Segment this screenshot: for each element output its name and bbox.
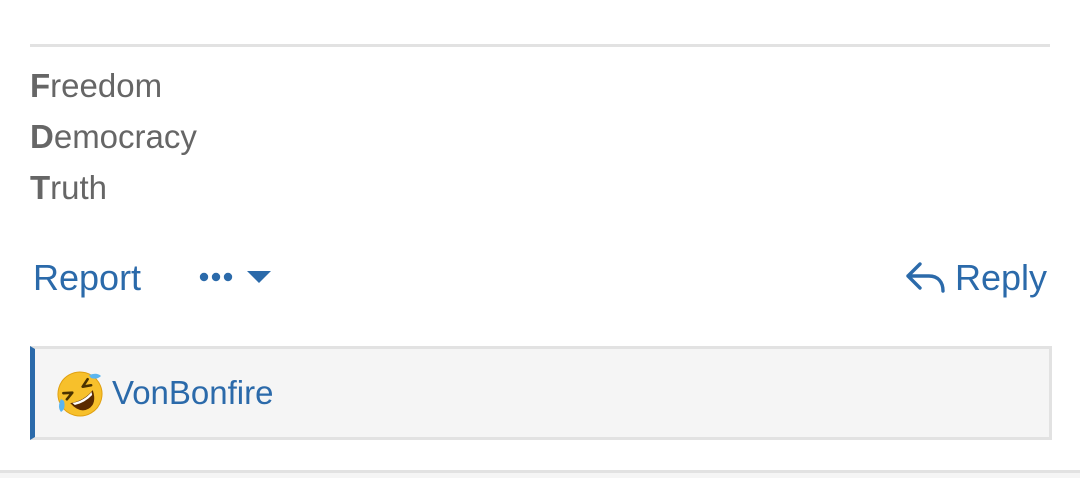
signature-initial: T <box>30 169 51 206</box>
caret-down-icon <box>247 271 271 283</box>
reply-arrow-icon <box>906 262 945 293</box>
ellipsis-icon <box>199 272 233 282</box>
more-options-menu[interactable] <box>199 252 275 304</box>
next-post-edge <box>0 473 1080 478</box>
top-divider <box>30 44 1050 47</box>
signature-block: Freedom Democracy Truth <box>30 60 197 213</box>
reply-label: Reply <box>954 257 1047 298</box>
signature-rest: emocracy <box>53 118 197 155</box>
signature-rest: reedom <box>50 67 163 104</box>
reaction-summary-bar[interactable]: VonBonfire <box>30 346 1052 440</box>
post-actions-bar: Report Reply <box>33 252 1047 304</box>
rolling-on-floor-laughing-emoji <box>57 371 103 417</box>
signature-rest: ruth <box>50 169 108 206</box>
reply-button[interactable]: Reply <box>905 252 1047 304</box>
signature-line-democracy: Democracy <box>30 111 197 162</box>
signature-initial: D <box>30 118 54 155</box>
reaction-username-link[interactable]: VonBonfire <box>112 368 273 418</box>
signature-line-truth: Truth <box>30 162 197 213</box>
report-link[interactable]: Report <box>33 252 141 304</box>
signature-line-freedom: Freedom <box>30 60 197 111</box>
signature-initial: F <box>30 67 51 104</box>
